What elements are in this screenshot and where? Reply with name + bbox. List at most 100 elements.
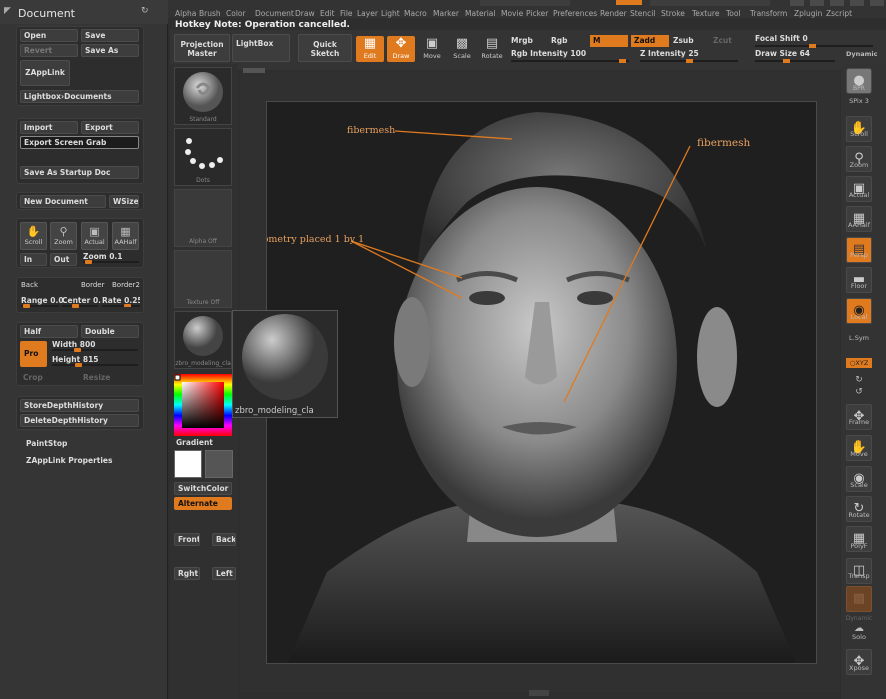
back-view-button[interactable]: Back bbox=[212, 533, 236, 546]
ghost-button[interactable]: ▩ bbox=[846, 586, 872, 612]
xyz-button[interactable]: ○XYZ bbox=[846, 358, 872, 368]
zadd-button[interactable]: Zadd bbox=[631, 35, 669, 47]
double-button[interactable]: Double bbox=[81, 325, 139, 338]
pro-button[interactable]: Pro bbox=[20, 341, 47, 367]
menu-picker[interactable]: Picker bbox=[526, 9, 548, 18]
right-view-button[interactable]: Rght bbox=[174, 567, 200, 580]
rgb-intensity-slider[interactable]: Rgb Intensity 100 bbox=[511, 49, 629, 63]
rgb-button[interactable]: Rgb bbox=[551, 36, 568, 45]
menu-draw[interactable]: Draw bbox=[295, 9, 315, 18]
zcut-button[interactable]: Zcut bbox=[713, 36, 732, 45]
border2-label[interactable]: Border2 bbox=[112, 281, 140, 289]
half-button[interactable]: Half bbox=[20, 325, 78, 338]
collapse-icon[interactable]: ◤ bbox=[4, 6, 11, 16]
menu-macro[interactable]: Macro bbox=[404, 9, 427, 18]
rotate-y-icon[interactable]: ↻ bbox=[841, 375, 877, 385]
window-button-3[interactable] bbox=[830, 0, 844, 6]
menu-zscript[interactable]: Zscript bbox=[826, 9, 852, 18]
mrgb-button[interactable]: Mrgb bbox=[511, 36, 533, 45]
window-button-1[interactable] bbox=[790, 0, 804, 6]
aahalf-button[interactable]: ▦ AAHalf bbox=[112, 222, 139, 250]
import-button[interactable]: Import bbox=[20, 121, 78, 134]
delete-depth-history-button[interactable]: DeleteDepthHistory bbox=[20, 414, 139, 427]
zoom-in-button[interactable]: In bbox=[20, 253, 47, 266]
menu-stroke[interactable]: Stroke bbox=[661, 9, 685, 18]
height-slider[interactable]: Height 815 bbox=[52, 355, 138, 367]
save-as-startup-doc-button[interactable]: Save As Startup Doc bbox=[20, 166, 139, 179]
top-orange-tab[interactable] bbox=[616, 0, 642, 5]
color-picker[interactable] bbox=[174, 374, 232, 436]
persp-button[interactable]: ▤ bbox=[846, 237, 872, 263]
transp-button[interactable]: ◫ bbox=[846, 558, 872, 584]
menu-brush[interactable]: Brush bbox=[199, 9, 221, 18]
actual-button[interactable]: ▣ Actual bbox=[81, 222, 108, 250]
scroll-view-button[interactable]: ✋ bbox=[846, 116, 872, 142]
range-slider[interactable]: Range 0.0 bbox=[21, 296, 64, 308]
menu-light[interactable]: Light bbox=[381, 9, 400, 18]
paintstop-item[interactable]: PaintStop bbox=[26, 439, 67, 448]
crop-button[interactable]: Crop bbox=[23, 373, 43, 382]
menu-movie[interactable]: Movie bbox=[501, 9, 523, 18]
store-depth-history-button[interactable]: StoreDepthHistory bbox=[20, 399, 139, 412]
gradient-label[interactable]: Gradient bbox=[176, 438, 213, 447]
menu-edit[interactable]: Edit bbox=[320, 9, 335, 18]
back-label[interactable]: Back bbox=[21, 281, 38, 289]
document-canvas[interactable]: fibermesh fibermesh geometry placed 1 by… bbox=[266, 101, 817, 664]
scale-tool[interactable]: ▩ Scale bbox=[448, 36, 476, 62]
zapplink-button[interactable]: ZAppLink bbox=[20, 60, 70, 86]
alternate-button[interactable]: Alternate bbox=[174, 497, 232, 510]
frame-button[interactable]: ✥ bbox=[846, 404, 872, 430]
menu-color[interactable]: Color bbox=[226, 9, 246, 18]
zoom-out-button[interactable]: Out bbox=[50, 253, 77, 266]
window-button-5[interactable] bbox=[870, 0, 884, 6]
main-color-swatch[interactable] bbox=[174, 450, 202, 478]
lightbox-button[interactable]: LightBox bbox=[232, 34, 290, 62]
resize-button[interactable]: Resize bbox=[83, 373, 110, 382]
draw-size-slider[interactable]: Draw Size 64 bbox=[755, 49, 835, 63]
quick-sketch-button[interactable]: Quick Sketch bbox=[298, 34, 352, 62]
texture-thumbnail[interactable]: Texture Off bbox=[174, 250, 232, 308]
menu-material[interactable]: Material bbox=[465, 9, 495, 18]
wsize-button[interactable]: WSize bbox=[109, 195, 139, 208]
zoom-button[interactable]: ⚲ Zoom bbox=[50, 222, 77, 250]
save-as-button[interactable]: Save As bbox=[81, 44, 139, 57]
z-intensity-slider[interactable]: Z Intensity 25 bbox=[640, 49, 738, 63]
alpha-thumbnail[interactable]: Alpha Off bbox=[174, 189, 232, 247]
window-button-4[interactable] bbox=[850, 0, 864, 6]
rotate-tool[interactable]: ▤ Rotate bbox=[478, 36, 506, 62]
zapplink-properties-item[interactable]: ZAppLink Properties bbox=[26, 456, 112, 465]
left-view-button[interactable]: Left bbox=[212, 567, 236, 580]
edit-tool[interactable]: ▦ Edit bbox=[356, 36, 384, 62]
focal-shift-slider[interactable]: Focal Shift 0 bbox=[755, 34, 873, 48]
top-slider-track[interactable] bbox=[480, 0, 570, 6]
material-popup[interactable]: zbro_modeling_cla bbox=[232, 310, 338, 418]
menu-marker[interactable]: Marker bbox=[433, 9, 459, 18]
rotate-z-icon[interactable]: ↺ bbox=[841, 387, 877, 397]
revert-button[interactable]: Revert bbox=[20, 44, 78, 57]
draw-tool[interactable]: ✥ Draw bbox=[387, 36, 415, 62]
switch-color-button[interactable]: SwitchColor bbox=[174, 482, 232, 495]
menu-file[interactable]: File bbox=[340, 9, 353, 18]
material-thumbnail[interactable]: zbro_modeling_cla bbox=[174, 311, 232, 369]
menu-stencil[interactable]: Stencil bbox=[630, 9, 655, 18]
menu-texture[interactable]: Texture bbox=[692, 9, 719, 18]
menu-render[interactable]: Render bbox=[600, 9, 627, 18]
menu-preferences[interactable]: Preferences bbox=[553, 9, 597, 18]
scroll-button[interactable]: ✋ Scroll bbox=[20, 222, 47, 250]
secondary-color-swatch[interactable] bbox=[205, 450, 233, 478]
export-button[interactable]: Export bbox=[81, 121, 139, 134]
menu-layer[interactable]: Layer bbox=[357, 9, 378, 18]
dynamic-toggle[interactable]: Dynamic bbox=[846, 50, 878, 58]
save-button[interactable]: Save bbox=[81, 29, 139, 42]
spix-slider[interactable]: SPix 3 bbox=[841, 97, 877, 105]
menu-transform[interactable]: Transform bbox=[750, 9, 787, 18]
projection-master-button[interactable]: Projection Master bbox=[174, 34, 230, 62]
pin-icon[interactable]: ↻ bbox=[141, 6, 149, 16]
zsub-button[interactable]: Zsub bbox=[673, 36, 694, 45]
menu-alpha[interactable]: Alpha bbox=[175, 9, 196, 18]
rate-slider[interactable]: Rate 0.25 bbox=[102, 296, 140, 307]
width-slider[interactable]: Width 800 bbox=[52, 340, 138, 352]
canvas-tab[interactable] bbox=[243, 68, 265, 73]
menu-tool[interactable]: Tool bbox=[726, 9, 741, 18]
new-document-button[interactable]: New Document bbox=[20, 195, 106, 208]
